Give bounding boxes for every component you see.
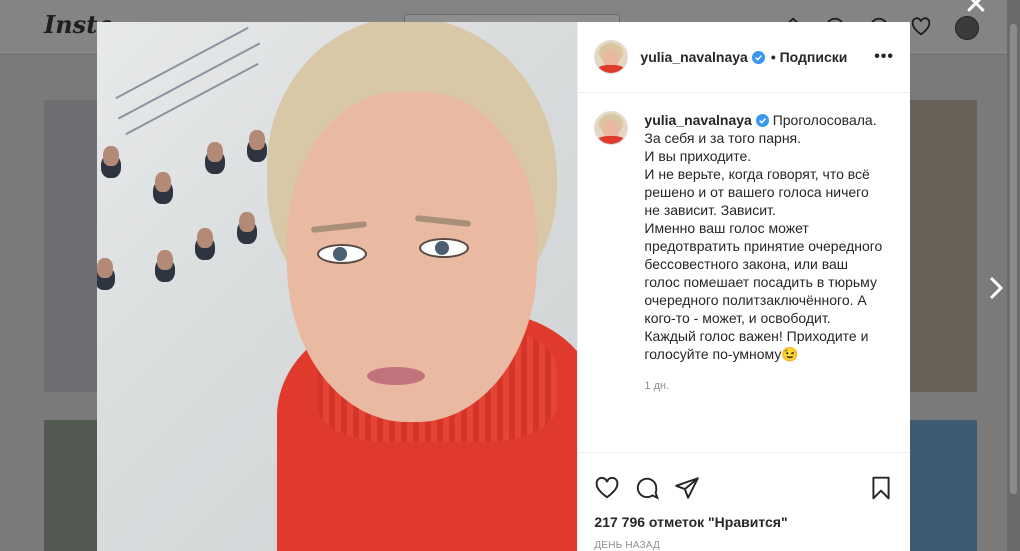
post-actions [578, 452, 910, 514]
candidate-photo [155, 172, 171, 192]
post-header: yulia_navalnaya • Подписки ••• [578, 22, 910, 93]
candidate-photo [239, 212, 255, 232]
grid-post-thumbnail[interactable] [44, 420, 98, 551]
following-button[interactable]: • Подписки [771, 49, 848, 65]
grid-post-thumbnail[interactable] [44, 100, 98, 392]
username-link[interactable]: yulia_navalnaya [640, 49, 747, 65]
candidate-photo [97, 258, 113, 278]
comment-icon[interactable] [634, 475, 660, 501]
verified-badge-icon [755, 114, 769, 127]
post-sidebar: yulia_navalnaya • Подписки ••• yulia_nav… [577, 22, 910, 551]
page-scrollbar[interactable] [1007, 0, 1020, 551]
chevron-right-icon[interactable] [985, 272, 1007, 304]
caption: yulia_navalnaya Проголосовала. За себя и… [594, 111, 894, 395]
candidate-photo [197, 228, 213, 248]
grid-post-thumbnail[interactable] [910, 100, 977, 392]
portrait-lips [367, 367, 425, 385]
verified-badge-icon [751, 50, 765, 64]
more-options-icon[interactable]: ••• [874, 48, 894, 66]
candidate-photo [249, 130, 265, 150]
avatar[interactable] [594, 111, 629, 145]
avatar[interactable] [594, 40, 629, 74]
caption-username-link[interactable]: yulia_navalnaya [644, 112, 751, 128]
share-icon[interactable] [674, 475, 700, 501]
likes-count[interactable]: 217 796 отметок "Нравится" [578, 514, 910, 534]
poster-text-line [125, 62, 259, 136]
heart-icon[interactable] [910, 16, 932, 38]
post-timestamp[interactable]: ДЕНЬ НАЗАД [578, 534, 910, 551]
post-photo[interactable] [97, 22, 578, 551]
caption-text: Проголосовала. За себя и за того парня. … [644, 112, 883, 362]
poster-text-line [117, 42, 261, 120]
bookmark-icon[interactable] [868, 475, 894, 501]
grid-post-thumbnail[interactable] [910, 420, 977, 551]
candidate-photo [157, 250, 173, 270]
scrollbar-thumb[interactable] [1010, 24, 1017, 494]
close-icon[interactable]: ✕ [963, 0, 989, 20]
post-modal: yulia_navalnaya • Подписки ••• yulia_nav… [97, 22, 910, 551]
poster-text-line [115, 26, 249, 100]
caption-time[interactable]: 1 дн. [644, 377, 884, 395]
caption-body: yulia_navalnaya Проголосовала. За себя и… [644, 111, 884, 395]
candidate-photo [103, 146, 119, 166]
portrait-eye [419, 238, 469, 258]
heart-icon[interactable] [594, 475, 620, 501]
portrait-eye [317, 244, 367, 264]
candidate-photo [207, 142, 223, 162]
comments-area: yulia_navalnaya Проголосовала. За себя и… [578, 93, 910, 452]
